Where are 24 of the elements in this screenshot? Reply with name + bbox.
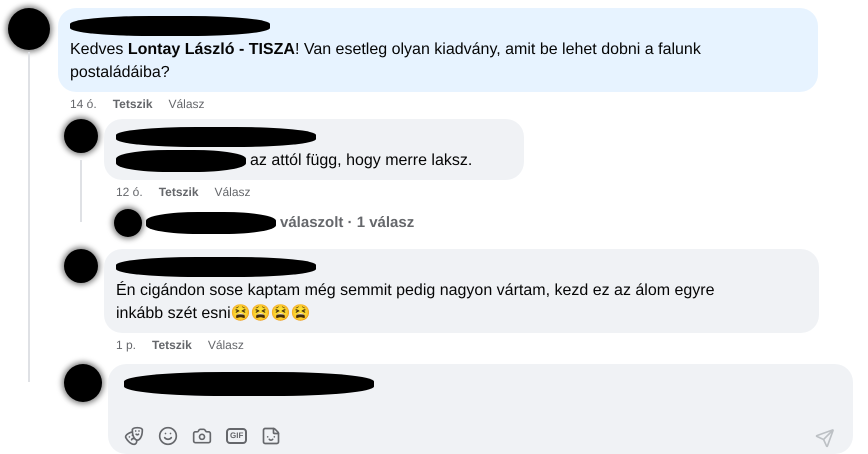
avatar — [64, 119, 98, 153]
comment-text: Én cigándon sose kaptam még semmit pedig nagyon vártam, kezd ez az álom egyre inkább szét esni😫😫😫😫 — [116, 280, 716, 324]
timestamp: 1 p. — [116, 337, 136, 354]
reply-link[interactable]: Válasz — [214, 183, 251, 201]
like-link[interactable]: Tetszik — [158, 183, 198, 201]
avatar-sticker-icon[interactable] — [124, 426, 144, 446]
gif-button[interactable]: GIF — [226, 428, 248, 444]
timestamp: 14 ó. — [70, 96, 97, 113]
timestamp: 12 ó. — [116, 184, 143, 201]
avatar — [8, 8, 50, 50]
avatar — [64, 364, 102, 402]
like-link[interactable]: Tetszik — [112, 95, 152, 113]
reply-link[interactable]: Válasz — [168, 95, 205, 113]
avatar — [114, 209, 142, 237]
view-replies-link[interactable]: válaszolt · 1 válasz — [280, 212, 414, 234]
like-link[interactable]: Tetszik — [152, 336, 192, 354]
camera-icon[interactable] — [192, 426, 212, 446]
emoji-icon[interactable] — [158, 426, 178, 446]
comment-input-field[interactable]: GIF — [108, 364, 853, 454]
comment-text: Kedves Lontay László - TISZA! Van esetleg olyan kiadvány, amit be lehet dobni a falunk postaládáiba? — [70, 40, 702, 83]
reply-link[interactable]: Válasz — [208, 336, 244, 354]
avatar — [64, 249, 98, 283]
comment-text: az attól függ, hogy merre laksz. — [250, 151, 472, 171]
sticker-icon[interactable] — [261, 426, 282, 446]
